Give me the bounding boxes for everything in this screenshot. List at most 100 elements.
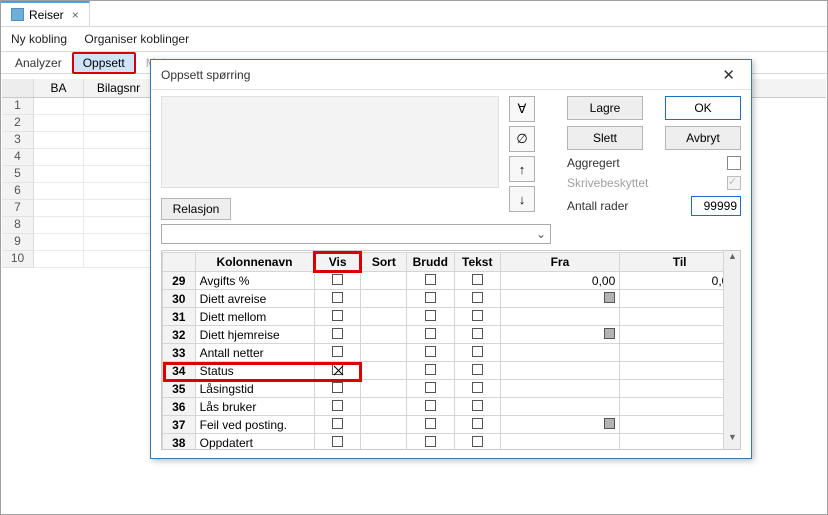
grid-cell[interactable] <box>34 98 84 115</box>
grid-cell[interactable] <box>34 217 84 234</box>
tekst-checkbox[interactable] <box>472 274 483 285</box>
kolonnenavn-cell[interactable]: Diett mellom <box>195 308 315 326</box>
subtab-analyzer[interactable]: Analyzer <box>5 53 72 73</box>
fra-cell[interactable] <box>500 434 620 451</box>
grid-row-header[interactable]: 5 <box>2 166 34 183</box>
th-fra[interactable]: Fra <box>500 253 620 272</box>
grid-cell[interactable] <box>84 200 154 217</box>
fra-cell[interactable] <box>500 290 620 308</box>
table-row[interactable]: 36Lås bruker <box>163 398 740 416</box>
grid-cell[interactable] <box>84 251 154 268</box>
brudd-checkbox[interactable] <box>425 346 436 357</box>
relasjon-button[interactable]: Relasjon <box>161 198 231 220</box>
til-cell[interactable] <box>620 362 740 380</box>
th-kolonnenavn[interactable]: Kolonnenavn <box>195 253 315 272</box>
grid-cell[interactable] <box>84 132 154 149</box>
grid-col-bilagsnr[interactable]: Bilagsnr <box>84 79 154 97</box>
grid-cell[interactable] <box>34 149 84 166</box>
tekst-checkbox[interactable] <box>472 400 483 411</box>
kolonnenavn-cell[interactable]: Diett hjemreise <box>195 326 315 344</box>
fra-cell[interactable] <box>500 416 620 434</box>
tekst-checkbox[interactable] <box>472 310 483 321</box>
fra-cell[interactable]: 0,00 <box>500 272 620 290</box>
tekst-checkbox[interactable] <box>472 436 483 447</box>
tekst-checkbox[interactable] <box>472 346 483 357</box>
scroll-down-icon[interactable]: ▼ <box>724 432 741 449</box>
antall-rader-input[interactable] <box>691 196 741 216</box>
til-cell[interactable]: 0,00 <box>620 272 740 290</box>
menu-organiser-koblinger[interactable]: Organiser koblinger <box>84 32 189 46</box>
til-cell[interactable] <box>620 326 740 344</box>
grid-row-header[interactable]: 8 <box>2 217 34 234</box>
brudd-checkbox[interactable] <box>425 310 436 321</box>
grid-cell[interactable] <box>34 166 84 183</box>
brudd-checkbox[interactable] <box>425 364 436 375</box>
kolonnenavn-cell[interactable]: Oppdatert <box>195 434 315 451</box>
subtab-oppsett[interactable]: Oppsett <box>72 52 136 74</box>
brudd-checkbox[interactable] <box>425 328 436 339</box>
grid-row-header[interactable]: 4 <box>2 149 34 166</box>
grid-cell[interactable] <box>84 183 154 200</box>
til-cell[interactable] <box>620 398 740 416</box>
aggregert-checkbox[interactable] <box>727 156 741 170</box>
menu-ny-kobling[interactable]: Ny kobling <box>11 32 67 46</box>
til-cell[interactable] <box>620 380 740 398</box>
grid-cell[interactable] <box>34 234 84 251</box>
brudd-checkbox[interactable] <box>425 436 436 447</box>
grid-col-ba[interactable]: BA <box>34 79 84 97</box>
table-scrollbar[interactable]: ▲ ▼ <box>723 251 740 449</box>
move-up-button[interactable]: ↑ <box>509 156 535 182</box>
table-row[interactable]: 33Antall netter <box>163 344 740 362</box>
th-brudd[interactable]: Brudd <box>406 253 454 272</box>
til-cell[interactable] <box>620 308 740 326</box>
tekst-checkbox[interactable] <box>472 418 483 429</box>
grid-cell[interactable] <box>84 149 154 166</box>
grid-cell[interactable] <box>34 183 84 200</box>
fra-cell[interactable] <box>500 398 620 416</box>
vis-checkbox[interactable] <box>332 382 343 393</box>
grid-cell[interactable] <box>84 166 154 183</box>
grid-row-header[interactable]: 9 <box>2 234 34 251</box>
vis-checkbox[interactable] <box>332 292 343 303</box>
forall-button[interactable]: ∀ <box>509 96 535 122</box>
table-row[interactable]: 31Diett mellom <box>163 308 740 326</box>
empty-set-button[interactable]: ∅ <box>509 126 535 152</box>
vis-checkbox[interactable] <box>332 328 343 339</box>
th-tekst[interactable]: Tekst <box>454 253 500 272</box>
grid-row-header[interactable]: 3 <box>2 132 34 149</box>
fra-cell[interactable] <box>500 308 620 326</box>
kolonnenavn-cell[interactable]: Feil ved posting. <box>195 416 315 434</box>
kolonnenavn-cell[interactable]: Status <box>195 362 315 380</box>
grid-cell[interactable] <box>34 200 84 217</box>
grid-cell[interactable] <box>84 217 154 234</box>
til-cell[interactable] <box>620 290 740 308</box>
grid-cell[interactable] <box>84 115 154 132</box>
dialog-close-icon[interactable]: ✕ <box>716 64 741 86</box>
table-row[interactable]: 29Avgifts %0,000,00 <box>163 272 740 290</box>
close-icon[interactable]: × <box>72 8 79 22</box>
brudd-checkbox[interactable] <box>425 274 436 285</box>
brudd-checkbox[interactable] <box>425 292 436 303</box>
ok-button[interactable]: OK <box>665 96 741 120</box>
tekst-checkbox[interactable] <box>472 364 483 375</box>
kolonnenavn-cell[interactable]: Låsingstid <box>195 380 315 398</box>
lagre-button[interactable]: Lagre <box>567 96 643 120</box>
vis-checkbox[interactable] <box>332 364 343 375</box>
fra-cell[interactable] <box>500 344 620 362</box>
brudd-checkbox[interactable] <box>425 418 436 429</box>
til-cell[interactable] <box>620 344 740 362</box>
th-sort[interactable]: Sort <box>360 253 406 272</box>
grid-row-header[interactable]: 10 <box>2 251 34 268</box>
kolonnenavn-cell[interactable]: Lås bruker <box>195 398 315 416</box>
brudd-checkbox[interactable] <box>425 400 436 411</box>
grid-cell[interactable] <box>34 132 84 149</box>
th-til[interactable]: Til <box>620 253 740 272</box>
vis-checkbox[interactable] <box>332 346 343 357</box>
grid-row-header[interactable]: 6 <box>2 183 34 200</box>
vis-checkbox[interactable] <box>332 418 343 429</box>
relasjon-combo[interactable]: ⌄ <box>161 224 551 244</box>
kolonnenavn-cell[interactable]: Antall netter <box>195 344 315 362</box>
fra-cell[interactable] <box>500 326 620 344</box>
slett-button[interactable]: Slett <box>567 126 643 150</box>
vis-checkbox[interactable] <box>332 436 343 447</box>
